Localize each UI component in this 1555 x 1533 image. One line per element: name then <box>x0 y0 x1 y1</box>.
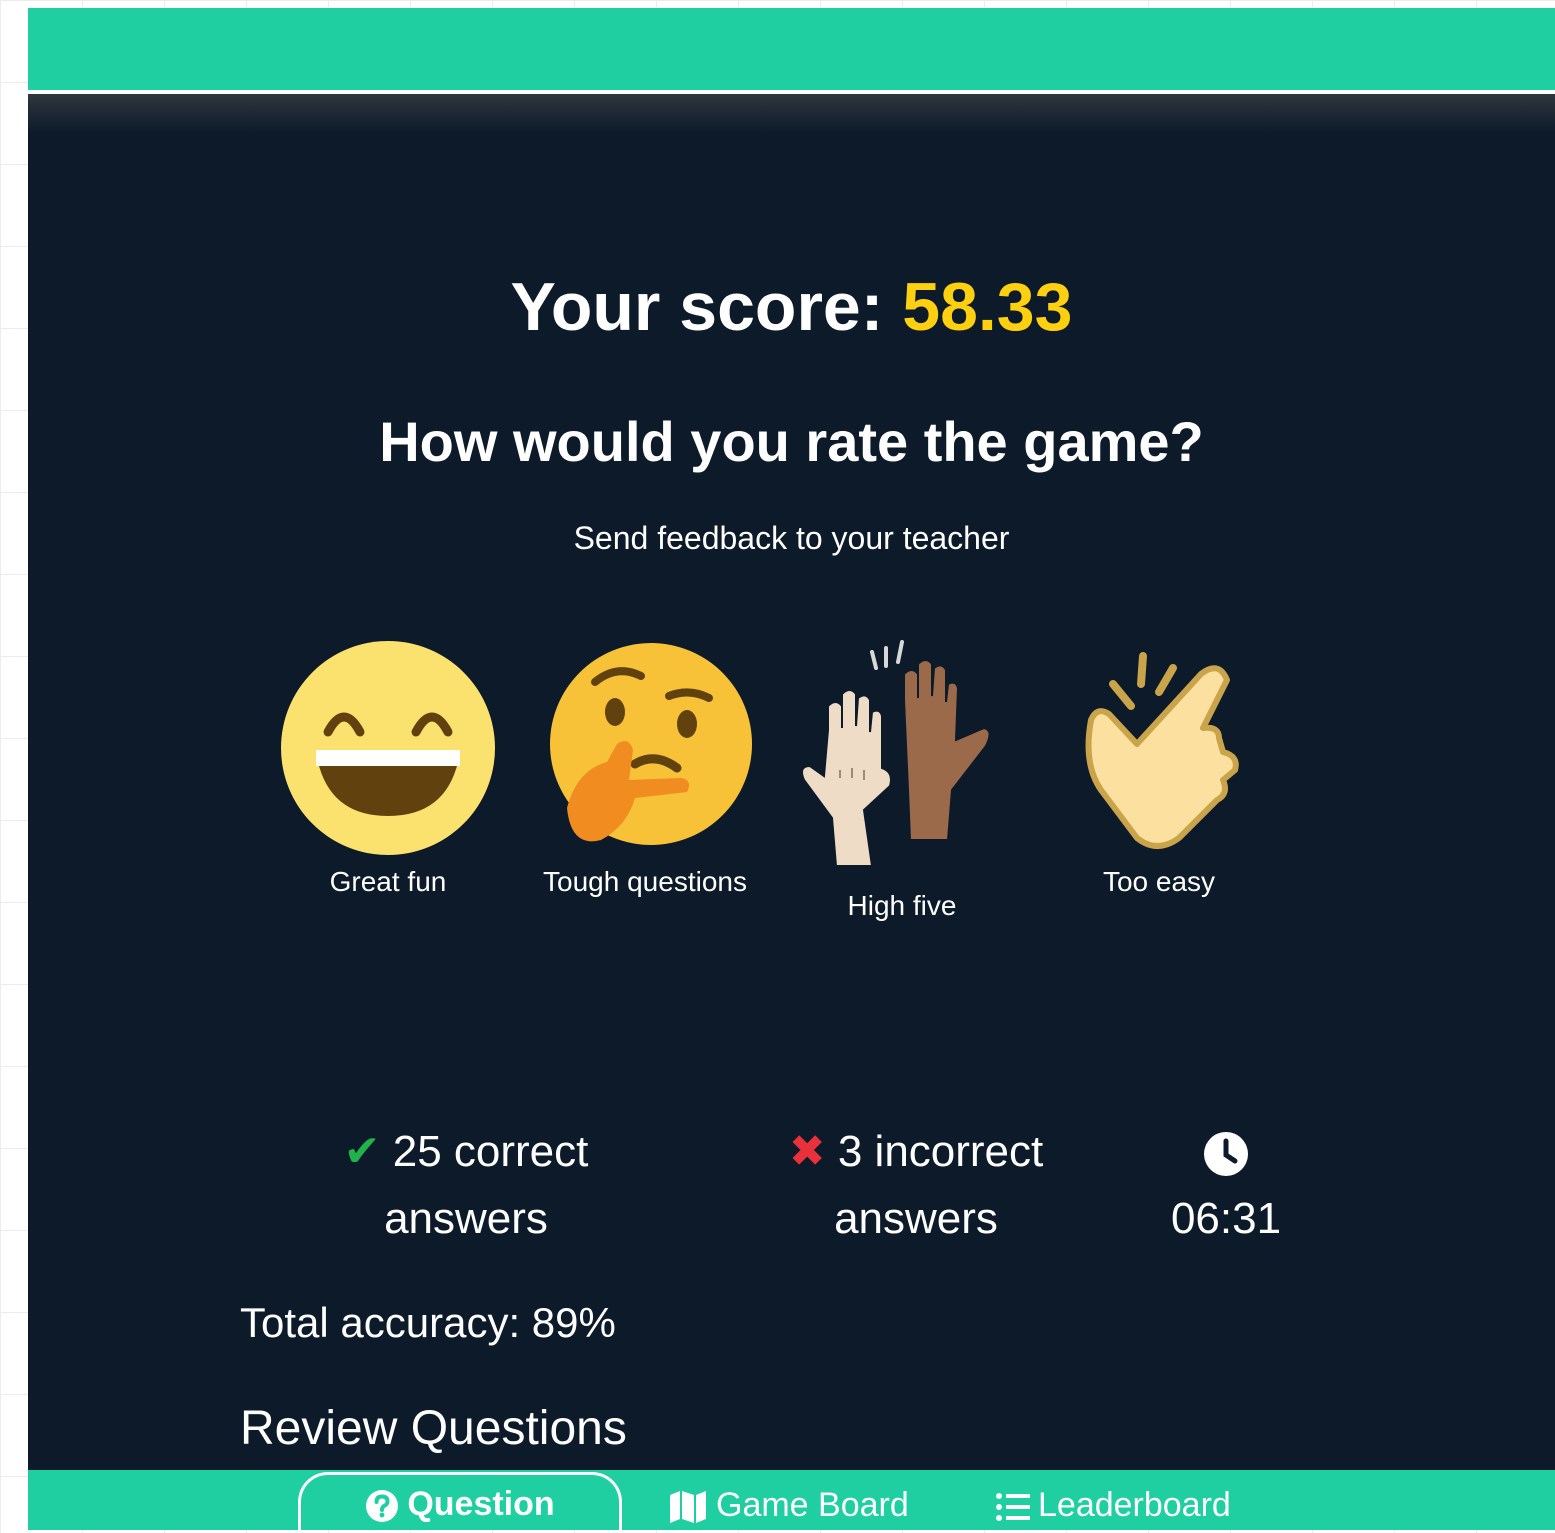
rating-label: Great fun <box>329 866 447 897</box>
rating-option-tough-questions[interactable]: Tough questions <box>530 640 760 907</box>
tab-label: Game Board <box>716 1486 909 1524</box>
rating-question: How would you rate the game? <box>379 410 1204 473</box>
map-icon <box>670 1491 706 1524</box>
tab-label: Question <box>407 1485 555 1523</box>
score-value: 58.33 <box>902 269 1073 345</box>
rating-option-great-fun[interactable]: Great fun <box>273 640 503 907</box>
tab-game-board[interactable]: Game Board <box>668 1480 909 1530</box>
bottom-nav: Question Game Board Leaderboard <box>28 1470 1555 1530</box>
tab-label: Leaderboard <box>1038 1486 1231 1524</box>
rating-label: Too easy <box>1102 866 1216 897</box>
grinning-face-icon <box>281 641 495 855</box>
rating-option-high-five[interactable]: High five <box>787 640 1017 931</box>
tab-question[interactable]: Question <box>298 1472 622 1530</box>
rating-label: High five <box>847 890 957 921</box>
time-stat: 06:31 <box>1146 1118 1306 1252</box>
cross-icon: ✖ <box>788 1127 826 1176</box>
rating-subtitle: Send feedback to your teacher <box>573 520 1010 556</box>
incorrect-unit: answers <box>834 1194 998 1243</box>
incorrect-count: 3 incorrect <box>837 1127 1044 1176</box>
finger-snap-icon <box>1085 652 1239 849</box>
correct-answers-stat: ✔ 25 correct answers <box>310 1118 622 1252</box>
incorrect-answers-stat: ✖ 3 incorrect answers <box>756 1118 1076 1252</box>
list-icon <box>996 1493 1030 1522</box>
time-value: 06:31 <box>1170 1194 1282 1243</box>
thinking-face-icon <box>550 643 752 845</box>
results-panel: Your score: 58.33 How would you rate the… <box>28 94 1555 1470</box>
correct-unit: answers <box>384 1194 548 1243</box>
score-label: Your score: <box>510 269 884 345</box>
high-five-hands-icon <box>801 640 991 867</box>
tab-leaderboard[interactable]: Leaderboard <box>996 1480 1231 1530</box>
app-window: Your score: 58.33 How would you rate the… <box>28 8 1555 1530</box>
review-questions-link[interactable]: Review Questions <box>240 1394 627 1464</box>
check-icon: ✔ <box>343 1127 381 1176</box>
rating-label: Tough questions <box>543 866 747 897</box>
top-bar <box>28 8 1555 90</box>
question-circle-icon <box>366 1490 399 1523</box>
correct-count: 25 correct <box>392 1127 589 1176</box>
score-line: Your score: 58.33 <box>28 262 1555 352</box>
clock-icon <box>1204 1132 1248 1177</box>
rating-option-too-easy[interactable]: Too easy <box>1044 640 1274 907</box>
total-accuracy: Total accuracy: 89% <box>240 1299 616 1346</box>
